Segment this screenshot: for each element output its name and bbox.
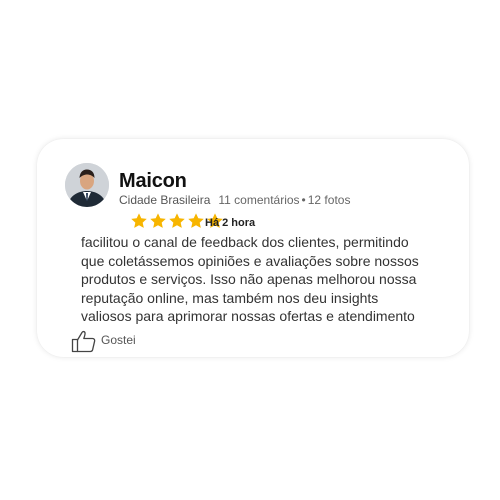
like-button-label[interactable]: Gostei xyxy=(101,333,136,348)
review-text: facilitou o canal de feedback dos client… xyxy=(81,234,419,324)
review-card: Maicon Cidade Brasileira 11 comentários • 1… xyxy=(37,139,469,357)
star-icon xyxy=(150,213,166,228)
photo-count: 12 fotos xyxy=(307,193,351,207)
star-icon xyxy=(188,213,204,228)
avatar[interactable] xyxy=(65,163,109,207)
author-location: Cidade Brasileira xyxy=(119,193,211,207)
thumbs-up-icon[interactable] xyxy=(71,329,97,353)
review-time: Há 2 hora xyxy=(205,217,256,229)
author-meta: Cidade Brasileira 11 comentários • 12 fotos xyxy=(119,192,350,208)
comment-count: 11 comentários xyxy=(218,193,300,207)
meta-separator: • xyxy=(301,193,306,207)
star-icon xyxy=(169,213,185,228)
author-name[interactable]: Maicon xyxy=(119,169,187,193)
star-icon xyxy=(131,213,147,228)
